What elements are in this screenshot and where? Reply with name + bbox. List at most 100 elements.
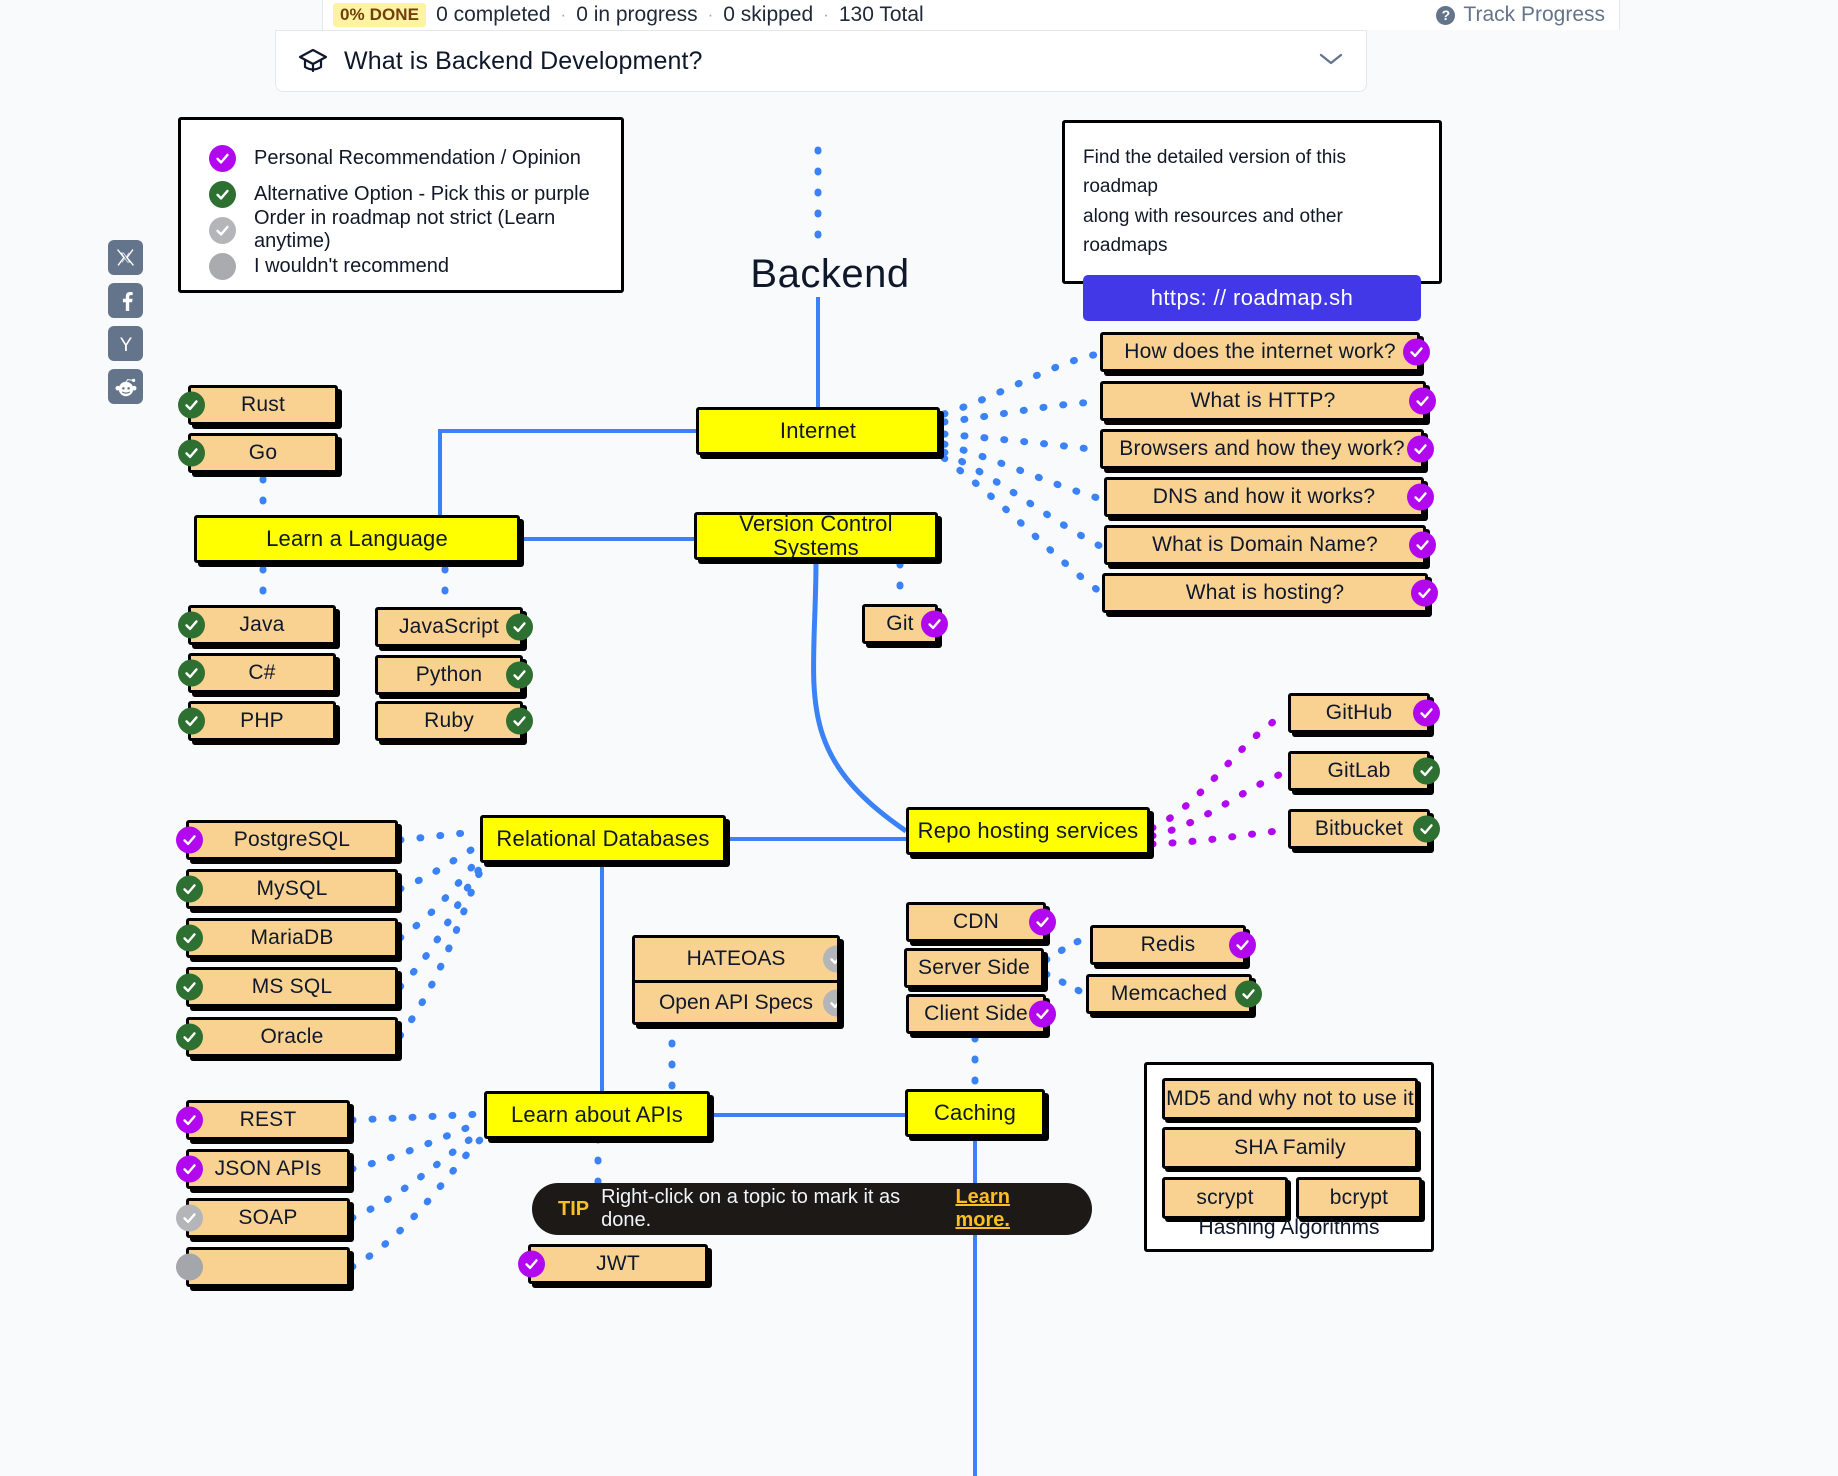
roadmap-node-java[interactable]: Java	[178, 605, 336, 645]
legend-item: Personal Recommendation / Opinion	[209, 140, 621, 176]
check-circle-grey-icon	[176, 1204, 203, 1232]
roadmap-node-rust[interactable]: Rust	[178, 385, 338, 425]
roadmap-node-oracle[interactable]: Oracle	[176, 1017, 398, 1057]
roadmap-node-git[interactable]: Git	[862, 604, 948, 644]
roadmap-node-partial1[interactable]	[176, 1247, 350, 1287]
roadmap-node-dns[interactable]: DNS and how it works?	[1104, 477, 1434, 517]
check-circle-grey-icon	[209, 216, 236, 244]
roadmap-node-bitbucket[interactable]: Bitbucket	[1288, 809, 1440, 849]
separator-dot: ·	[707, 5, 714, 24]
roadmap-node-open-api-specs[interactable]: Open API Specs	[635, 980, 837, 1022]
roadmap-node-postgresql[interactable]: PostgreSQL	[176, 820, 398, 860]
roadmap-node-mssql[interactable]: MS SQL	[176, 967, 398, 1007]
roadmap-node-bcrypt[interactable]: bcrypt	[1296, 1177, 1422, 1219]
roadmap-node-label: Oracle	[260, 1025, 324, 1049]
roadmap-node-mysql[interactable]: MySQL	[176, 869, 398, 909]
roadmap-node-go[interactable]: Go	[178, 433, 338, 473]
roadmap-node-label: JavaScript	[398, 615, 500, 639]
roadmap-node-label: MD5 and why not to use it	[1166, 1087, 1414, 1111]
roadmap-node-redis[interactable]: Redis	[1090, 925, 1256, 965]
roadmap-node-hosting[interactable]: What is hosting?	[1102, 573, 1438, 613]
roadmap-node-serverside[interactable]: Server Side	[904, 948, 1044, 988]
roadmap-node-js[interactable]: JavaScript	[375, 607, 533, 647]
roadmap-node-label: Internet	[779, 417, 857, 443]
roadmap-node-label: Java	[239, 613, 285, 637]
roadmap-node-gitlab[interactable]: GitLab	[1288, 751, 1440, 791]
skipped-count: 0 skipped	[723, 3, 814, 26]
roadmap-node-label: Git	[886, 612, 914, 636]
tip-learn-more-link[interactable]: Learn more.	[955, 1186, 1066, 1232]
roadmap-node-rest[interactable]: REST	[176, 1100, 350, 1140]
roadmap-node-caching[interactable]: Caching	[905, 1089, 1045, 1137]
roadmap-node-python[interactable]: Python	[375, 655, 533, 695]
tip-toast: TIP Right-click on a topic to mark it as…	[532, 1183, 1092, 1235]
roadmap-node-jwt[interactable]: JWT	[518, 1244, 708, 1284]
check-circle-purple-icon	[1029, 1000, 1056, 1028]
roadmap-node-github[interactable]: GitHub	[1288, 693, 1440, 733]
check-circle-green-icon	[176, 875, 203, 903]
track-progress-button[interactable]: ? Track Progress	[1436, 3, 1619, 27]
roadmap-node-scrypt[interactable]: scrypt	[1162, 1177, 1288, 1219]
check-circle-green-icon	[178, 611, 205, 639]
roadmap-node-sha-family[interactable]: SHA Family	[1162, 1127, 1418, 1169]
in-progress-count: 0 in progress	[576, 3, 698, 26]
check-circle-purple-icon	[518, 1250, 545, 1278]
check-circle-green-icon	[1235, 980, 1262, 1008]
roadmap-node-label: GitHub	[1325, 701, 1393, 725]
legend-item-label: Alternative Option - Pick this or purple	[254, 182, 590, 205]
percent-done-badge: 0% DONE	[333, 3, 427, 27]
check-circle-purple-icon	[1409, 531, 1436, 559]
tip-label: TIP	[558, 1197, 590, 1220]
roadmap-node-label: Ruby	[424, 709, 474, 733]
check-circle-purple-icon	[176, 826, 203, 854]
check-circle-green-icon	[176, 973, 203, 1001]
check-circle-purple-icon	[1407, 483, 1434, 511]
filled-circle-grey-icon	[176, 1253, 203, 1281]
roadmap-pair-apispecs: HATEOAS Open API Specs	[632, 935, 840, 1025]
chevron-down-icon[interactable]	[1318, 51, 1344, 72]
check-circle-purple-icon	[1413, 699, 1440, 727]
roadmap-node-http[interactable]: What is HTTP?	[1100, 381, 1436, 421]
roadmap-title: Backend	[750, 252, 910, 296]
roadmap-node-reldb[interactable]: Relational Databases	[480, 815, 726, 863]
graduation-cap-icon	[298, 48, 328, 74]
roadmap-node-repohost[interactable]: Repo hosting services	[906, 807, 1150, 855]
roadmap-node-hateoas[interactable]: HATEOAS	[635, 938, 837, 980]
roadmap-node-ruby[interactable]: Ruby	[375, 701, 533, 741]
roadmap-node-internet[interactable]: Internet	[696, 407, 940, 455]
check-circle-purple-icon	[1411, 579, 1438, 607]
roadmap-node-vcs[interactable]: Version Control Systems	[694, 511, 938, 560]
roadmap-node-jsonapis[interactable]: JSON APIs	[176, 1149, 350, 1189]
separator-dot: ·	[823, 5, 829, 24]
question-mark-icon: ?	[1436, 5, 1456, 25]
roadmap-node-label: Open API Specs	[658, 990, 814, 1014]
roadmap-node-browsers[interactable]: Browsers and how they work?	[1100, 429, 1434, 469]
roadmap-node-label: GitLab	[1327, 759, 1391, 783]
check-circle-purple-icon	[1229, 931, 1256, 959]
roadmap-node-learnlang[interactable]: Learn a Language	[194, 515, 520, 563]
check-circle-grey-icon	[823, 989, 837, 1016]
roadmap-node-label: JSON APIs	[214, 1157, 322, 1181]
roadmap-node-php[interactable]: PHP	[178, 701, 336, 741]
roadmap-node-csharp[interactable]: C#	[178, 653, 336, 693]
roadmap-node-label: Python	[415, 663, 483, 687]
roadmap-node-clientside[interactable]: Client Side	[906, 994, 1056, 1034]
roadmap-sh-link-button[interactable]: https: // roadmap.sh	[1083, 274, 1421, 321]
roadmap-node-md5-and-why-not-to-use-it[interactable]: MD5 and why not to use it	[1162, 1078, 1418, 1120]
roadmap-node-label: PostgreSQL	[233, 828, 351, 852]
roadmap-node-label: Repo hosting services	[917, 817, 1139, 843]
roadmap-node-mariadb[interactable]: MariaDB	[176, 918, 398, 958]
roadmap-node-apis[interactable]: Learn about APIs	[484, 1091, 710, 1139]
roadmap-node-label: What is Domain Name?	[1152, 533, 1378, 557]
roadmap-node-label: PHP	[240, 709, 284, 733]
roadmap-node-howinternet[interactable]: How does the internet work?	[1100, 332, 1430, 372]
faq-accordion-item[interactable]: What is Backend Development?	[275, 30, 1367, 92]
roadmap-node-memcached[interactable]: Memcached	[1086, 974, 1262, 1014]
roadmap-node-cdn[interactable]: CDN	[906, 902, 1056, 942]
detailed-version-box: Find the detailed version of this roadma…	[1062, 120, 1442, 321]
roadmap-node-domain[interactable]: What is Domain Name?	[1104, 525, 1436, 565]
roadmap-node-soap[interactable]: SOAP	[176, 1198, 350, 1238]
roadmap-group-label-hashing: Hashing Algorithms	[1198, 1216, 1380, 1239]
legend-item-label: I wouldn't recommend	[254, 254, 450, 277]
roadmap-node-label: scrypt	[1196, 1186, 1254, 1210]
